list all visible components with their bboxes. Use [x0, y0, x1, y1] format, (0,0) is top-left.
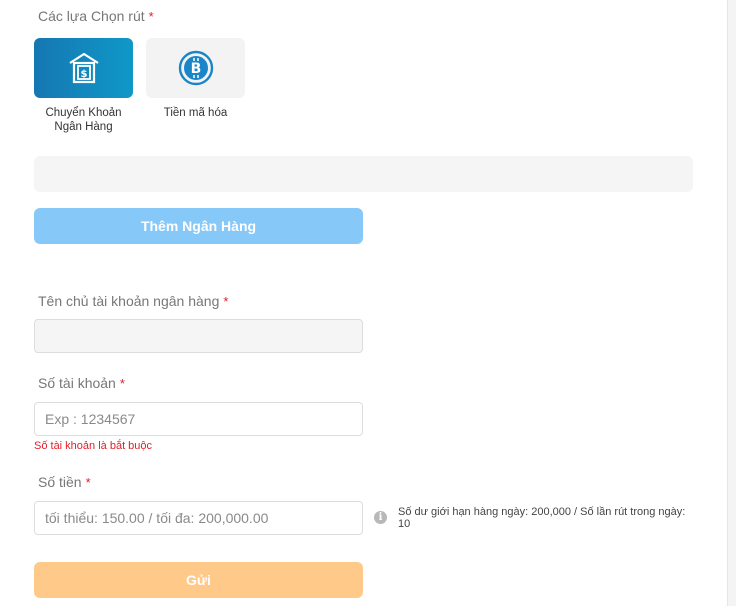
required-mark: *	[85, 475, 91, 490]
info-icon: i	[374, 511, 387, 524]
add-bank-button[interactable]: Thêm Ngân Hàng	[34, 208, 363, 244]
amount-limit-info: Số dư giới hạn hàng ngày: 200,000 / Số l…	[398, 506, 686, 530]
required-mark: *	[148, 9, 154, 24]
account-number-label-text: Số tài khoản	[38, 375, 116, 391]
amount-label-text: Số tiền	[38, 474, 82, 490]
option-bank-transfer[interactable]: $	[34, 38, 133, 98]
bitcoin-icon: B	[178, 50, 213, 86]
amount-label: Số tiền *	[38, 474, 91, 490]
option-crypto-label: Tiền mã hóa	[163, 107, 228, 119]
scrollbar-track[interactable]	[727, 0, 736, 606]
svg-text:B: B	[190, 61, 201, 77]
account-holder-label: Tên chủ tài khoản ngân hàng *	[38, 293, 228, 309]
withdraw-options-label-text: Các lựa Chọn rút	[38, 8, 145, 24]
required-mark: *	[119, 376, 125, 391]
amount-input[interactable]	[34, 501, 363, 535]
account-number-label: Số tài khoản *	[38, 375, 125, 391]
account-number-error: Số tài khoản là bắt buộc	[34, 440, 153, 452]
option-bank-transfer-label: Chuyển Khoản Ngân Hàng	[45, 107, 122, 133]
withdraw-options-label: Các lựa Chọn rút *	[38, 8, 154, 24]
option-crypto[interactable]: B	[146, 38, 245, 98]
bank-transfer-icon: $	[68, 52, 99, 84]
svg-text:$: $	[80, 69, 87, 80]
bank-select[interactable]	[34, 156, 693, 192]
submit-button[interactable]: Gửi	[34, 562, 363, 598]
account-holder-field[interactable]	[34, 319, 363, 353]
account-number-input[interactable]	[34, 402, 363, 436]
required-mark: *	[223, 294, 229, 309]
account-holder-label-text: Tên chủ tài khoản ngân hàng	[38, 293, 220, 309]
